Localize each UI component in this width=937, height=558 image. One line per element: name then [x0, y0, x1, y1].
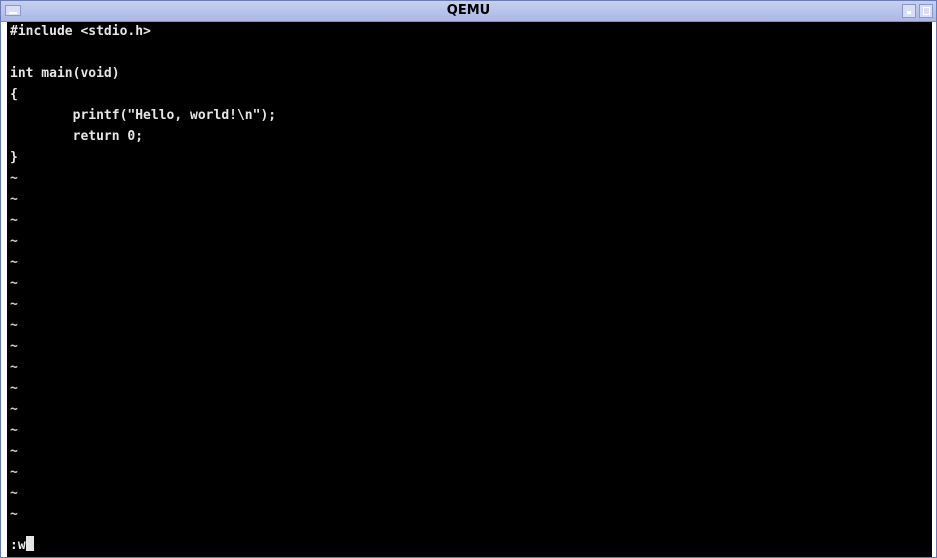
empty-line-marker: ~ [10, 423, 18, 438]
command-text: :w [10, 538, 26, 553]
empty-line-marker: ~ [10, 171, 18, 186]
empty-line-marker: ~ [10, 507, 18, 522]
code-line: } [10, 150, 18, 165]
code-line: printf("Hello, world!\n"); [10, 108, 277, 123]
empty-line-marker: ~ [10, 192, 18, 207]
minimize-icon [907, 11, 911, 14]
empty-line-marker: ~ [10, 339, 18, 354]
minimize-button[interactable] [902, 4, 916, 18]
empty-line-marker: ~ [10, 276, 18, 291]
empty-line-marker: ~ [10, 255, 18, 270]
vm-console-screen[interactable]: #include <stdio.h> int main(void) { prin… [7, 22, 932, 557]
empty-line-marker: ~ [10, 360, 18, 375]
empty-line-marker: ~ [10, 444, 18, 459]
empty-line-marker: ~ [10, 402, 18, 417]
empty-line-marker: ~ [10, 486, 18, 501]
code-line: int main(void) [10, 66, 120, 81]
window-title: QEMU [446, 3, 491, 18]
empty-line-marker: ~ [10, 318, 18, 333]
code-line: #include <stdio.h> [10, 24, 151, 39]
text-cursor [25, 536, 34, 551]
title-bar[interactable]: QEMU [1, 1, 936, 22]
empty-line-marker: ~ [10, 234, 18, 249]
maximize-icon [923, 7, 930, 15]
empty-line-marker: ~ [10, 465, 18, 480]
code-line: return 0; [10, 129, 144, 144]
command-line[interactable]: :w [10, 536, 34, 556]
empty-line-marker: ~ [10, 297, 18, 312]
empty-line-marker: ~ [10, 213, 18, 228]
code-line: { [10, 87, 18, 102]
qemu-window: QEMU #include <stdio.h> int main(void) {… [0, 0, 937, 558]
maximize-button[interactable] [919, 4, 933, 18]
empty-line-marker: ~ [10, 381, 18, 396]
